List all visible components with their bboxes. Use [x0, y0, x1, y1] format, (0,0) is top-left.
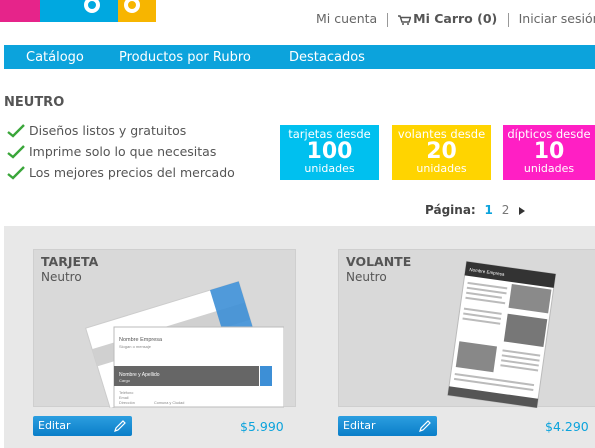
cart-icon	[398, 14, 412, 25]
promo-unit: unidades	[523, 162, 575, 175]
pencil-icon	[419, 420, 431, 432]
next-page-icon[interactable]	[519, 206, 526, 215]
edit-button-volante[interactable]: Editar	[338, 416, 437, 436]
pagination: Página: 1 2	[425, 203, 526, 217]
page-2-link[interactable]: 2	[502, 203, 510, 217]
cart-link[interactable]: Mi Carro (0)	[398, 11, 501, 26]
product-price: $5.990	[240, 419, 284, 434]
check-icon	[7, 145, 25, 159]
product-subtitle: Neutro	[346, 270, 387, 284]
product-title: VOLANTE	[346, 254, 412, 269]
check-icon	[7, 124, 25, 138]
promo-number: 100	[306, 139, 353, 164]
page-title: NEUTRO	[4, 95, 65, 110]
benefit-text: Diseños listos y gratuitos	[29, 123, 187, 138]
nav-catalogo[interactable]: Catálogo	[26, 50, 84, 65]
edit-label: Editar	[343, 419, 376, 432]
product-price: $4.290	[545, 419, 589, 434]
benefit-text: Imprime solo lo que necesitas	[29, 144, 217, 159]
benefit-text: Los mejores precios del mercado	[29, 165, 235, 180]
my-account-link[interactable]: Mi cuenta	[316, 11, 377, 26]
promo-tarjetas[interactable]: tarjetas desde 100 unidades	[280, 125, 379, 180]
promo-number: 20	[426, 139, 457, 164]
divider	[387, 12, 389, 27]
page-1-link[interactable]: 1	[485, 203, 493, 217]
check-icon	[7, 166, 25, 180]
promo-unit: unidades	[416, 162, 467, 175]
product-card-tarjeta[interactable]: TARJETA Neutro Nombre Empresa Slogan o m…	[33, 249, 296, 408]
business-card-preview-image: Nombre Empresa Slogan o mensaje Nombre y…	[85, 280, 284, 408]
benefits-list: Diseños listos y gratuitos Imprime solo …	[7, 123, 235, 186]
preview-contact-line: Email	[119, 396, 129, 400]
cart-label: Mi Carro (0)	[413, 11, 498, 26]
benefit-item: Los mejores precios del mercado	[7, 165, 235, 186]
benefit-item: Diseños listos y gratuitos	[7, 123, 235, 144]
preview-slogan: Slogan o mensaje	[119, 344, 152, 349]
preview-contact-line: Dirección	[119, 401, 135, 405]
product-title: TARJETA	[41, 254, 99, 269]
promo-unit: unidades	[304, 162, 355, 175]
edit-button-tarjeta[interactable]: Editar	[33, 416, 132, 436]
divider	[507, 12, 509, 27]
preview-contact-line: Comuna y Ciudad	[154, 401, 184, 405]
main-navbar: Catálogo Productos por Rubro Destacados	[4, 45, 595, 69]
preview-role: Cargo	[119, 378, 131, 383]
promo-volantes[interactable]: volantes desde 20 unidades	[392, 125, 491, 180]
preview-company: Nombre Empresa	[119, 337, 163, 343]
login-link[interactable]: Iniciar sesión	[519, 11, 595, 26]
pencil-icon	[114, 420, 126, 432]
promo-dipticos[interactable]: dípticos desde 10 unidades	[503, 125, 595, 180]
flyer-preview-image: Nombre Empresa	[447, 260, 557, 408]
benefit-item: Imprime solo lo que necesitas	[7, 144, 235, 165]
brand-logo[interactable]	[0, 0, 160, 22]
pager-label: Página:	[425, 203, 476, 217]
product-card-volante[interactable]: VOLANTE Neutro Nombre Empresa	[338, 249, 595, 408]
nav-destacados[interactable]: Destacados	[289, 50, 365, 65]
nav-productos-por-rubro[interactable]: Productos por Rubro	[119, 50, 251, 65]
edit-label: Editar	[38, 419, 71, 432]
preview-contact-line: Teléfono	[119, 391, 133, 395]
promo-number: 10	[533, 139, 565, 164]
account-links: Mi cuenta Mi Carro (0) Iniciar sesión	[316, 11, 595, 27]
